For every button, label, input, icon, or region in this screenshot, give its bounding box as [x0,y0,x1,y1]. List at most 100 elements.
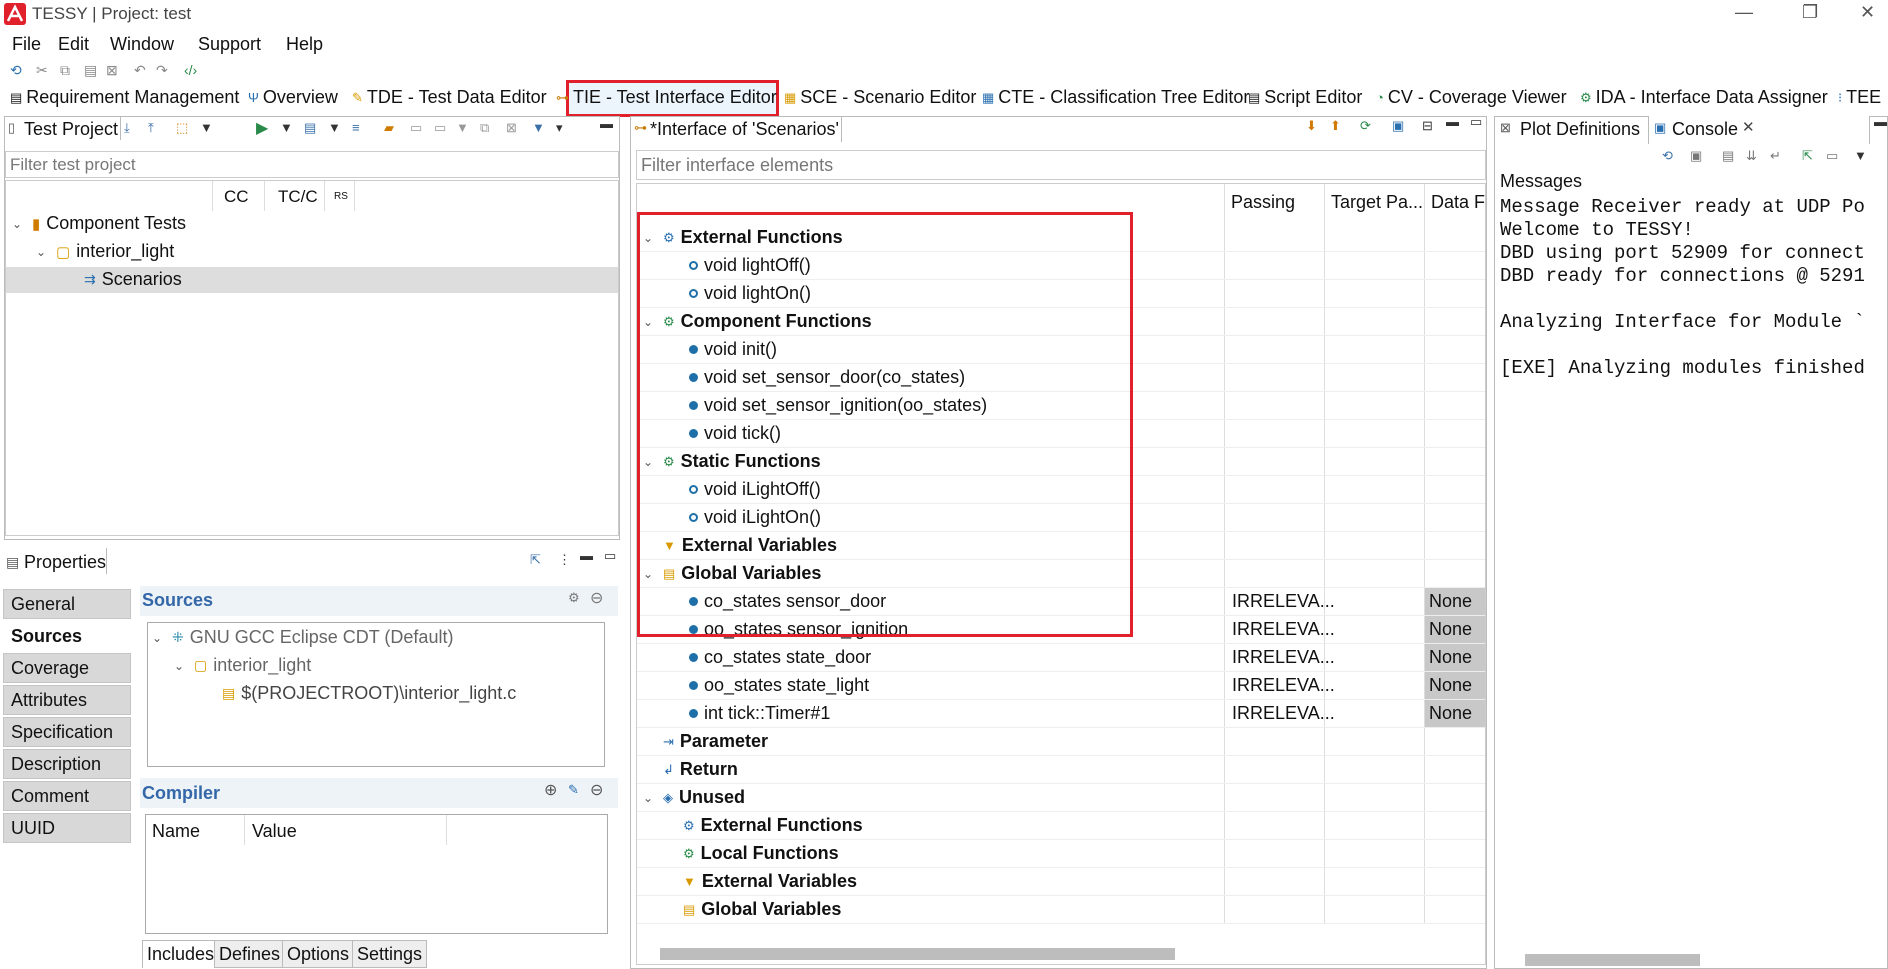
tree-module[interactable]: ⌄ ▢ interior_light [36,241,174,262]
persp-overview[interactable]: Ψ Overview [248,87,338,108]
interface-row[interactable]: ⌄ ◈ Unused [637,784,1485,812]
data-format-cell[interactable]: None [1425,588,1485,615]
menu-window[interactable]: Window [110,34,174,55]
layout-icon[interactable]: ▣ [1392,118,1404,134]
new-module-icon[interactable]: ▭ [410,120,422,136]
report-dropdown-icon[interactable]: ▼ [328,120,341,135]
delete-item-icon[interactable]: ⊠ [506,120,517,136]
menu-support[interactable]: Support [198,34,261,55]
interface-row[interactable]: int tick::Timer#1 IRRELEVA... None [637,700,1485,728]
maximize-properties-icon[interactable]: ▭ [604,548,616,564]
side-tab-comment[interactable]: Comment [3,781,131,811]
new-test-icon[interactable]: ▭ [434,120,446,136]
filter-dropdown-icon[interactable]: ▾ [556,120,563,136]
source-settings-icon[interactable]: ⚙ [568,590,580,606]
data-format-cell[interactable]: None [1425,672,1485,699]
persp-sce[interactable]: ▦ SCE - Scenario Editor [784,87,976,108]
interface-tab[interactable]: *Interface of 'Scenarios' [650,119,839,140]
remove-source-icon[interactable]: ⊖ [590,588,603,608]
tab-includes[interactable]: Includes [142,940,220,968]
data-format-cell[interactable]: None [1425,700,1485,727]
tree-component-tests[interactable]: ⌄ ▮ Component Tests [12,213,186,234]
console-pin-icon[interactable]: ⇱ [1802,148,1813,164]
chevron-down-icon[interactable]: ⌄ [643,791,657,805]
report-icon[interactable]: ▤ [304,120,316,136]
horizontal-scrollbar[interactable] [660,948,1175,960]
col-cc[interactable]: CC [224,187,249,207]
pin-icon[interactable]: ⇱ [530,552,541,568]
passing-cell[interactable]: IRRELEVA... [1232,647,1335,668]
stack-icon[interactable]: ≡ [352,120,360,135]
minimize-editor-icon[interactable]: ▬ [1446,114,1459,129]
tree-scenarios[interactable]: ⇉ Scenarios [84,269,182,290]
side-tab-general[interactable]: General [3,589,131,619]
interface-row[interactable]: ⚙ Local Functions [637,840,1485,868]
plot-definitions-tab[interactable]: Plot Definitions [1520,119,1640,140]
close-console-icon[interactable]: ✕ [1742,118,1755,136]
console-word-wrap-icon[interactable]: ↵ [1770,148,1781,164]
console-display-icon[interactable]: ▭ [1826,148,1838,164]
cut-icon[interactable]: ✂ [36,62,48,79]
menu-file[interactable]: File [12,34,41,55]
maximize-editor-icon[interactable]: ▭ [1470,114,1482,130]
interface-row[interactable]: ⇥ Parameter [637,728,1485,756]
menu-edit[interactable]: Edit [58,34,89,55]
refresh-icon[interactable]: ⟲ [10,62,22,79]
minimize-properties-icon[interactable]: ▬ [580,548,593,563]
refresh-interface-icon[interactable]: ⟳ [1360,118,1371,134]
code-icon[interactable]: ‹/› [184,62,197,78]
side-tab-attributes[interactable]: Attributes [3,685,131,715]
data-format-cell[interactable]: None [1425,644,1485,671]
persp-ida[interactable]: ⚙ IDA - Interface Data Assigner [1580,87,1828,108]
persp-tde[interactable]: ✎ TDE - Test Data Editor [352,87,547,108]
filter-project-input[interactable]: Filter test project [5,151,619,178]
side-tab-coverage[interactable]: Coverage [3,653,131,683]
new-dropdown-icon[interactable]: ▼ [456,120,469,135]
col-value[interactable]: Value [252,821,297,842]
interface-row[interactable]: ⚙ External Functions [637,812,1485,840]
interface-row[interactable]: oo_states state_light IRRELEVA... None [637,672,1485,700]
filter-interface-input[interactable]: Filter interface elements [636,150,1486,180]
copy-item-icon[interactable]: ⧉ [480,120,489,136]
persp-requirement-management[interactable]: ▤ Requirement Management [10,87,239,108]
test-project-tab[interactable]: Test Project [24,119,118,140]
persp-script-editor[interactable]: ▤ Script Editor [1248,87,1362,108]
minimize-view-icon[interactable]: ▬ [600,116,613,131]
chevron-down-icon[interactable]: ⌄ [152,631,166,645]
side-tab-sources[interactable]: Sources [3,621,131,651]
col-tcc[interactable]: TC/C [278,187,318,207]
close-icon[interactable]: ✕ [1860,2,1875,23]
interface-row[interactable]: ↲ Return [637,756,1485,784]
view-menu-icon[interactable]: ⋮ [558,552,571,568]
chevron-down-icon[interactable]: ⌄ [36,245,50,259]
properties-tab[interactable]: Properties [24,552,106,573]
passing-cell[interactable]: IRRELEVA... [1232,591,1335,612]
remove-icon[interactable]: ⊖ [590,780,603,800]
persp-tee[interactable]: ⁝ TEE [1838,87,1881,108]
copy-icon[interactable]: ⧉ [60,62,70,79]
col-target-passing[interactable]: Target Pa... [1331,192,1423,213]
col-name[interactable]: Name [152,821,200,842]
tree-compiler[interactable]: ⌄ ⁜ GNU GCC Eclipse CDT (Default) [152,627,453,648]
interface-row[interactable]: co_states state_door IRRELEVA... None [637,644,1485,672]
delete-icon[interactable]: ⊠ [106,62,118,79]
export-icon[interactable]: ⤒ [148,120,154,136]
col-passing[interactable]: Passing [1231,192,1295,213]
interface-row[interactable]: ▼ External Variables [637,868,1485,896]
console-stop-icon[interactable]: ▣ [1690,148,1702,164]
sort-down-icon[interactable]: ⬇ [1306,118,1317,134]
persp-cte[interactable]: ▦ CTE - Classification Tree Editor [982,87,1249,108]
persp-cv[interactable]: ◔ CV - Coverage Viewer [1376,87,1567,108]
interface-row[interactable]: ▤ Global Variables [637,896,1485,924]
tab-defines[interactable]: Defines [214,940,286,968]
data-format-cell[interactable]: None [1425,616,1485,643]
execute-icon[interactable]: ▶ [256,118,268,138]
undo-icon[interactable]: ↶ [134,62,146,79]
minimize-icon[interactable]: — [1735,2,1753,23]
passing-cell[interactable]: IRRELEVA... [1232,675,1335,696]
paste-icon[interactable]: ▤ [84,62,97,79]
side-tab-description[interactable]: Description [3,749,131,779]
sort-up-icon[interactable]: ⬆ [1330,118,1341,134]
add-icon[interactable]: ⊕ [544,780,557,800]
minimize-console-icon[interactable]: ▬ [1874,114,1887,129]
